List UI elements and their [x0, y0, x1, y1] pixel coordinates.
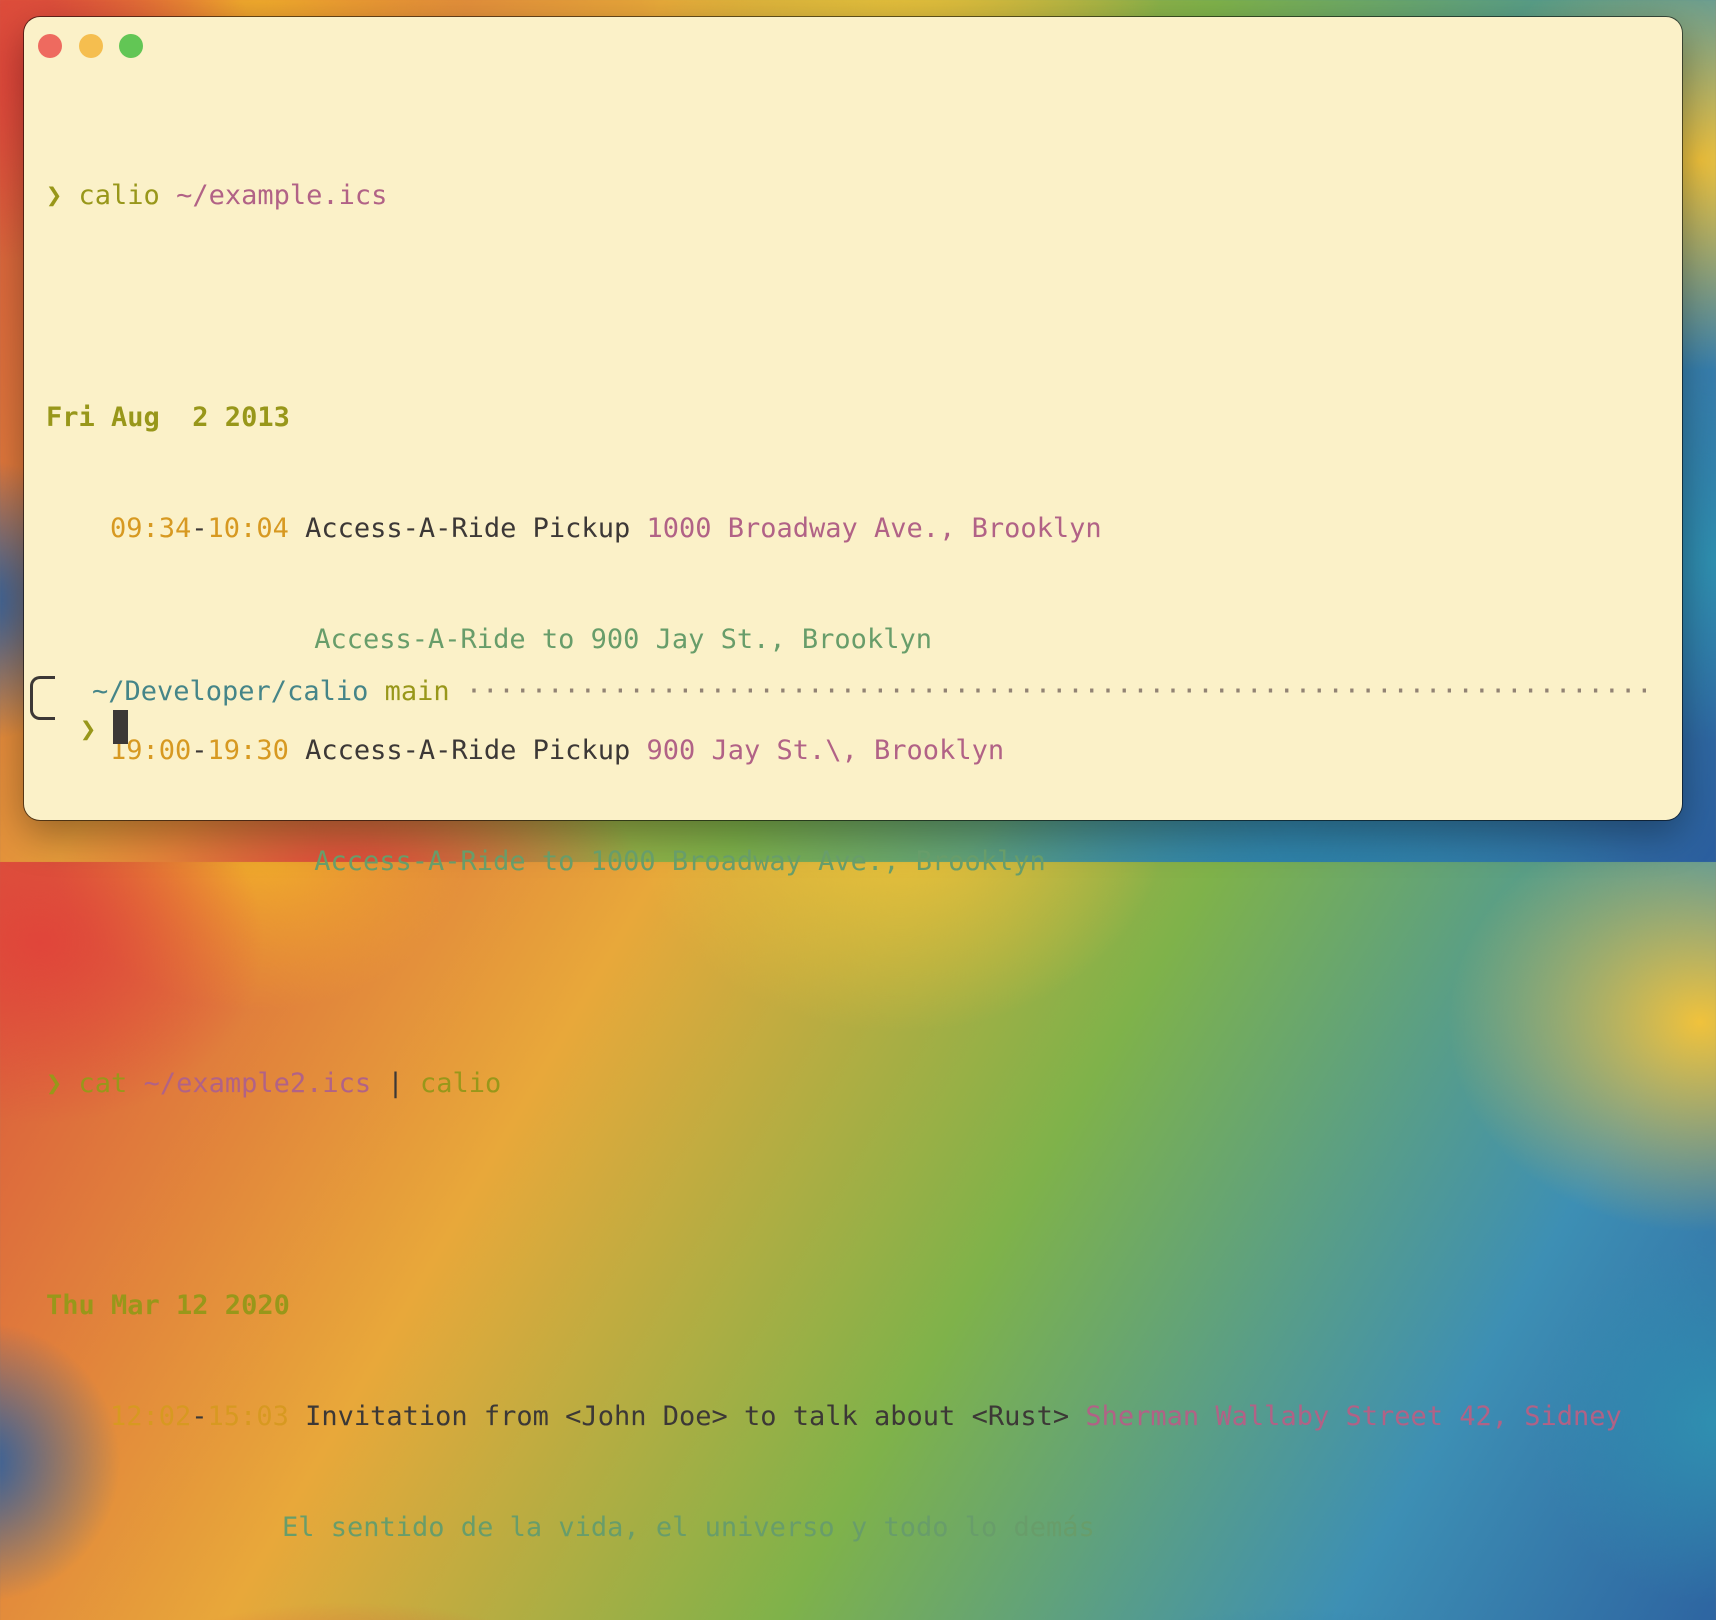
minimize-button[interactable]: [79, 34, 103, 58]
text-cursor[interactable]: [112, 710, 128, 744]
command-argument: ~/example.ics: [176, 180, 388, 211]
command-line-2: ❯ cat ~/example2.ics | calio: [46, 1065, 1662, 1102]
prompt-icon: ❯: [46, 180, 63, 211]
zoom-button[interactable]: [119, 34, 143, 58]
event-description-row: Access-A-Ride to 900 Jay St., Brooklyn: [46, 621, 1662, 658]
event-description: El sentido de la vida, el universo y tod…: [282, 1512, 1095, 1543]
event-description: Access-A-Ride to 900 Jay St., Brooklyn: [298, 624, 932, 655]
piped-command: calio: [419, 1068, 502, 1099]
current-directory: ~/Developer/calio: [92, 676, 369, 707]
event-start-time: 09:34: [110, 513, 192, 544]
event-location: 1000 Broadway Ave., Brooklyn: [646, 513, 1102, 544]
event-row: 12:02-15:03 Invitation from <John Doe> t…: [110, 1401, 1622, 1432]
git-branch: main: [384, 676, 450, 707]
prompt-icon: ❯: [46, 1068, 63, 1099]
event-location: Sherman Wallaby Street 42, Sidney: [1085, 1401, 1622, 1432]
command: cat: [78, 1068, 128, 1099]
event-start-time: 12:02: [110, 1401, 192, 1432]
event-location: 900 Jay St.\, Brooklyn: [646, 735, 1005, 766]
close-button[interactable]: [38, 34, 62, 58]
input-line[interactable]: ❯: [46, 710, 128, 748]
terminal-window: ❯ calio ~/example.ics Fri Aug 2 2013 09:…: [24, 17, 1682, 1543]
command-argument: ~/example2.ics: [143, 1068, 372, 1099]
event-date: Thu Mar 12 2020: [46, 1290, 290, 1321]
event-end-time: 19:30: [207, 735, 289, 766]
event-end-time: 10:04: [207, 513, 289, 544]
event-row: 09:34-10:04 Access-A-Ride Pickup 1000 Br…: [110, 513, 1102, 544]
command-line-1: ❯ calio ~/example.ics: [46, 177, 1662, 214]
event-summary: Access-A-Ride Pickup: [305, 513, 631, 544]
event-summary: Access-A-Ride Pickup: [305, 735, 631, 766]
event-end-time: 15:03: [207, 1401, 289, 1432]
event-date: Fri Aug 2 2013: [46, 402, 290, 433]
command: calio: [78, 180, 160, 211]
prompt-status-line: ~/Developer/calio main ·················…: [46, 673, 1662, 710]
event-description-row: El sentido de la vida, el universo y tod…: [46, 1509, 1662, 1546]
pipe-symbol: |: [387, 1068, 404, 1099]
event-row: 19:00-19:30 Access-A-Ride Pickup 900 Jay…: [110, 735, 1005, 766]
prompt-filler-dots: ········································…: [465, 676, 1646, 707]
prompt-icon: ❯: [80, 714, 97, 745]
event-summary: Invitation from <John Doe> to talk about…: [305, 1401, 1070, 1432]
